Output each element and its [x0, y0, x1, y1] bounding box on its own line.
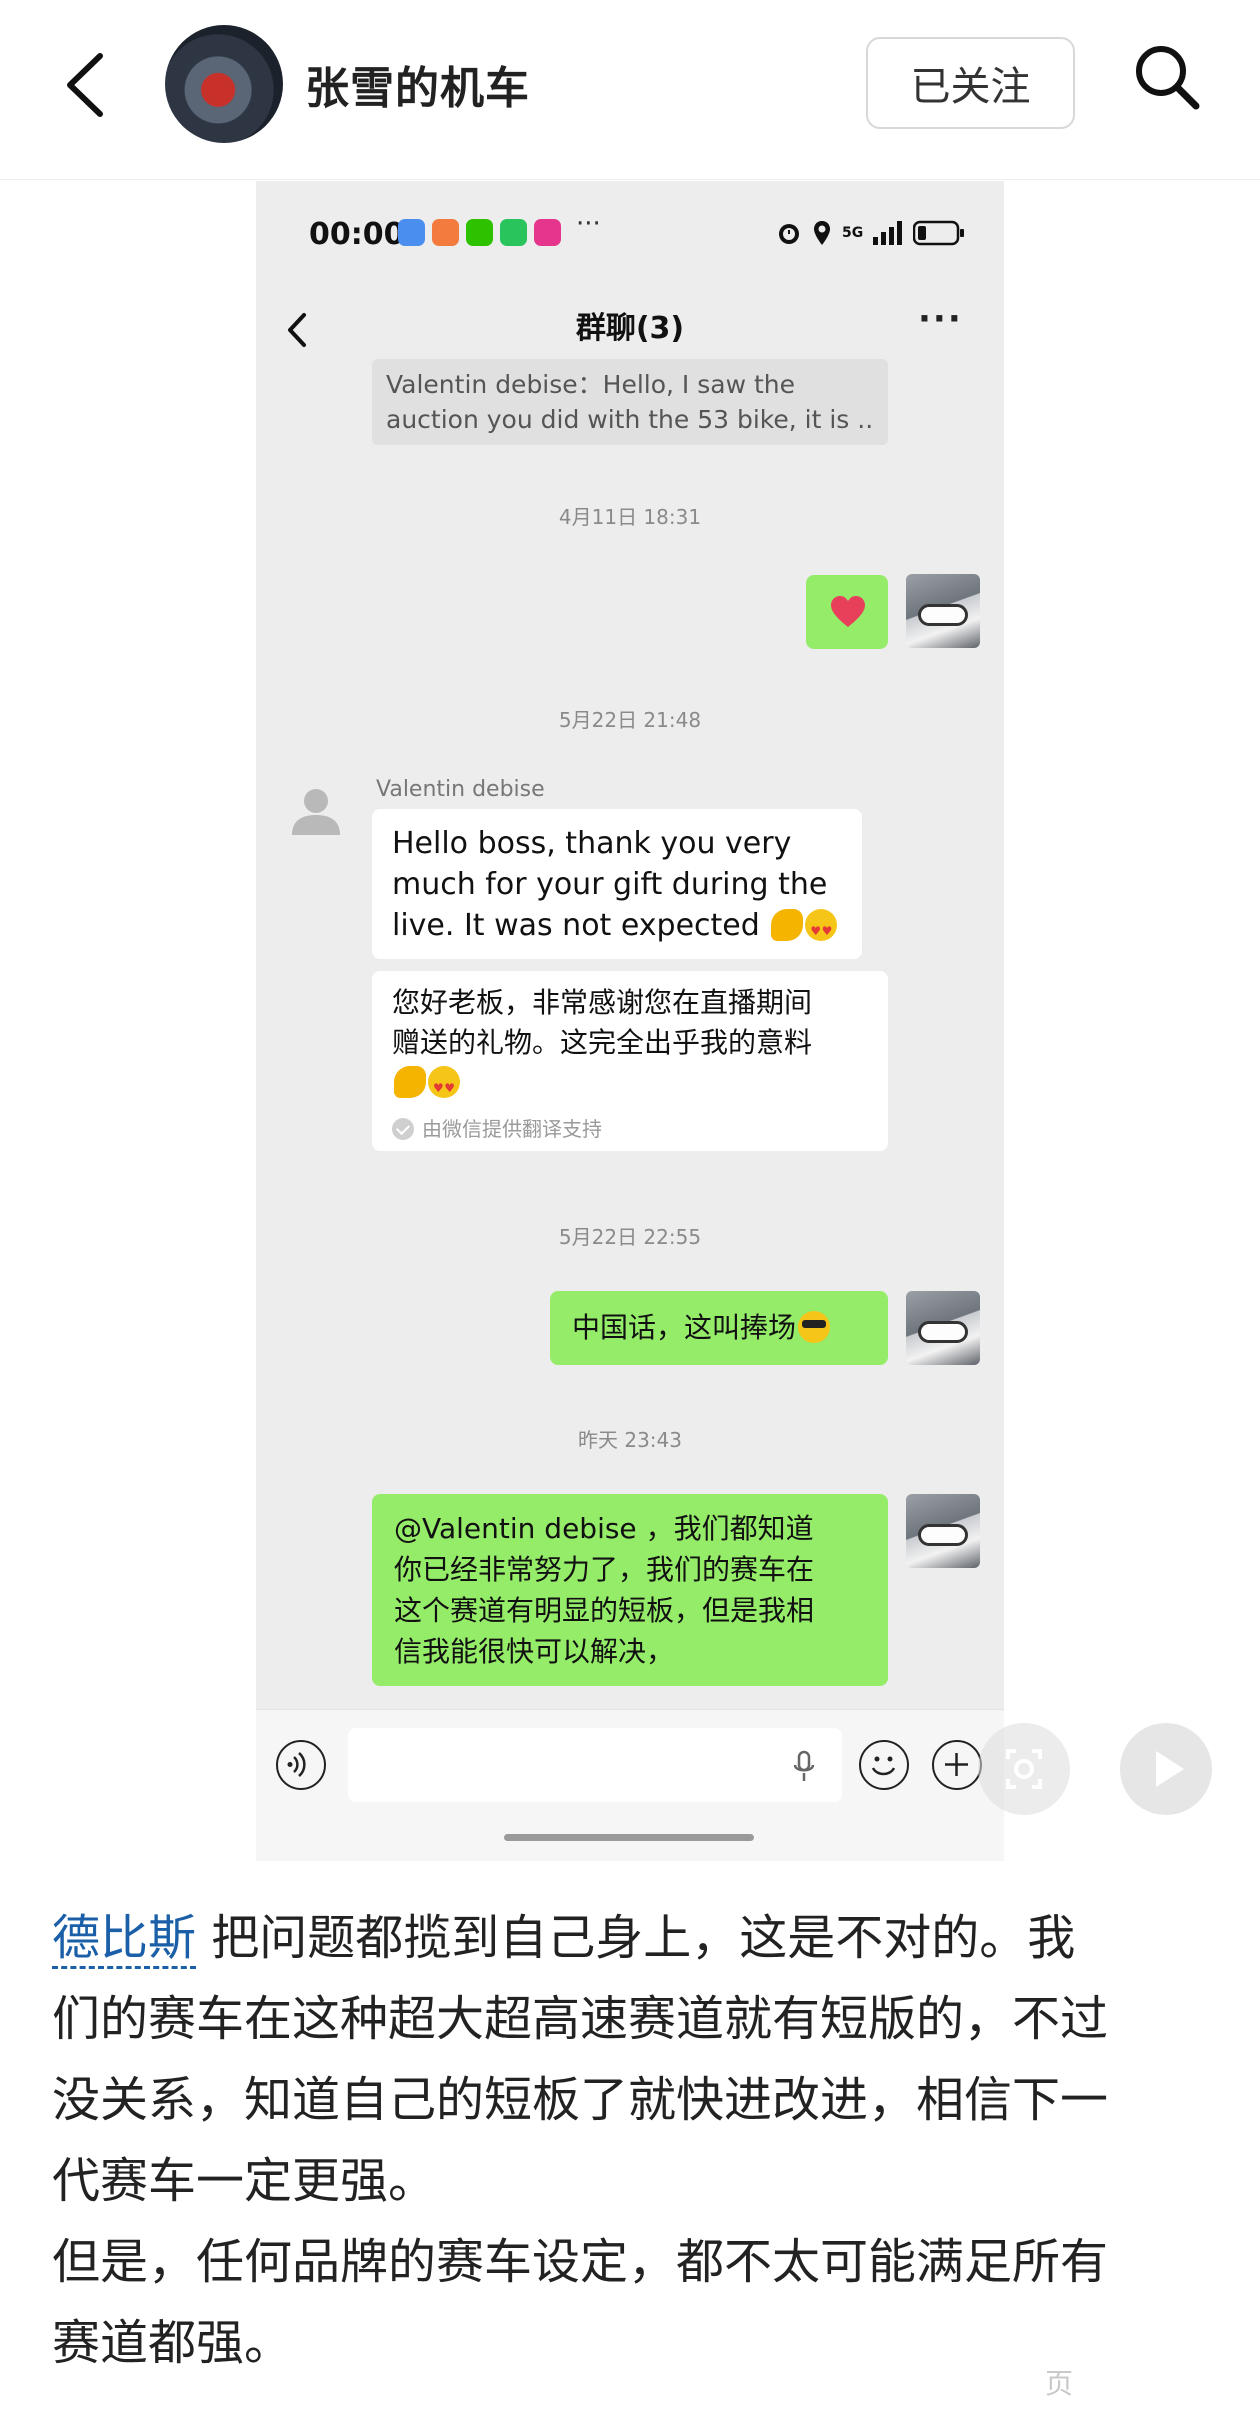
status-right-icons: 5G: [776, 219, 965, 247]
chat-timestamp: 昨天 23:43: [578, 1428, 682, 1452]
search-icon[interactable]: [1130, 40, 1204, 114]
message-line: live. It was not expected: [392, 908, 760, 943]
message-line: 这个赛道有明显的短板，但是我相: [394, 1594, 815, 1627]
motorcycle-icon: [918, 604, 968, 626]
top-bar: 张雪的机车 已关注: [0, 0, 1260, 180]
chat-timestamp: 5月22日 21:48: [558, 708, 702, 732]
app-icon: [500, 219, 527, 246]
motorcycle-icon: [918, 1524, 968, 1546]
back-arrow-icon[interactable]: [62, 50, 112, 120]
message-bubble-heart[interactable]: [806, 575, 888, 649]
message-line: 信我能很快可以解决，: [394, 1635, 675, 1668]
watermark: 页: [1045, 2367, 1074, 2400]
sender-avatar-icon[interactable]: [284, 779, 348, 843]
message-bubble-incoming[interactable]: Hello boss, thank you very much for your…: [372, 809, 862, 959]
translation-attribution: 由微信提供翻译支持: [392, 1109, 888, 1149]
flexed-biceps-emoji-icon: [394, 1066, 426, 1098]
chat-timestamp: 5月22日 22:55: [558, 1225, 702, 1249]
author-name[interactable]: 张雪的机车: [305, 52, 530, 116]
post-line: 们的赛车在这种超大超高速赛道就有短版的，不过: [52, 1991, 1109, 2047]
heart-icon: [831, 596, 865, 627]
embedded-screenshot[interactable]: 00:00 ··· 5G 群聊(3) ··· Valentin debise：H…: [256, 181, 1004, 1861]
check-icon: [392, 1118, 414, 1140]
message-line: @Valentin debise ，我们都知道: [394, 1512, 814, 1545]
sender-name: Valentin debise: [376, 777, 545, 802]
message-line: much for your gift during the: [392, 867, 828, 902]
location-icon: [814, 221, 830, 245]
image-scan-button[interactable]: [978, 1723, 1070, 1815]
wechat-icon: [466, 219, 493, 246]
post-body: 德比斯 把问题都揽到自己身上，这是不对的。我 们的赛车在这种超大超高速赛道就有短…: [52, 1898, 1222, 2384]
author-avatar[interactable]: [165, 25, 283, 143]
scan-icon: [1006, 1749, 1042, 1789]
message-bubble-outgoing[interactable]: 中国话，这叫捧场: [550, 1291, 888, 1365]
message-bubble-outgoing-long[interactable]: @Valentin debise ，我们都知道 你已经非常努力了，我们的赛车在 …: [372, 1494, 888, 1686]
post-line: 但是，任何品牌的赛车设定，都不太可能满足所有: [52, 2234, 1109, 2290]
emoji-picker-icon[interactable]: [859, 1740, 909, 1790]
post-line: 代赛车一定更强。: [52, 2153, 437, 2209]
mention-link[interactable]: 德比斯: [52, 1910, 197, 1969]
follow-button[interactable]: 已关注: [866, 37, 1075, 129]
translation-line: 赠送的礼物。这完全出乎我的意料: [392, 1026, 813, 1059]
message-line: 你已经非常努力了，我们的赛车在: [394, 1553, 815, 1586]
message-input[interactable]: [348, 1728, 842, 1802]
add-attachment-icon[interactable]: [932, 1740, 982, 1790]
signal-icon: [873, 221, 903, 245]
chat-timestamp: 4月11日 18:31: [558, 505, 702, 529]
heart-eyes-emoji-icon: [428, 1066, 460, 1108]
microphone-icon[interactable]: [792, 1750, 816, 1784]
home-indicator: [504, 1834, 754, 1841]
motorcycle-icon: [918, 1321, 968, 1343]
self-avatar[interactable]: [906, 574, 980, 648]
flexed-biceps-emoji-icon: [771, 909, 804, 941]
translation-bubble[interactable]: 您好老板，非常感谢您在直播期间 赠送的礼物。这完全出乎我的意料 由微信提供翻译支…: [372, 971, 888, 1151]
notification-icons: [398, 219, 561, 246]
post-line: 没关系，知道自己的短板了就快进改进，相信下一: [52, 2072, 1109, 2128]
play-button[interactable]: [1120, 1723, 1212, 1815]
sunglasses-emoji-icon: [798, 1311, 831, 1343]
quoted-message[interactable]: Valentin debise：Hello, I saw the auction…: [372, 359, 888, 445]
chat-more-icon[interactable]: ···: [918, 299, 963, 339]
battery-icon: [913, 220, 965, 246]
alarm-icon: [779, 224, 799, 244]
status-time: 00:00: [309, 217, 405, 252]
chat-title: 群聊(3): [575, 311, 685, 346]
post-line: 把问题都揽到自己身上，这是不对的。我: [211, 1910, 1076, 1966]
message-line: Hello boss, thank you very: [392, 826, 792, 861]
translation-note: 由微信提供翻译支持: [422, 1117, 602, 1141]
voice-input-icon[interactable]: [276, 1740, 326, 1790]
app-icon: [534, 219, 561, 246]
play-icon: [1156, 1751, 1184, 1787]
translation-line: 您好老板，非常感谢您在直播期间: [392, 986, 813, 1019]
self-avatar[interactable]: [906, 1291, 980, 1365]
self-avatar[interactable]: [906, 1494, 980, 1568]
app-icon: [432, 219, 459, 246]
quoted-line: auction you did with the 53 bike, it is …: [386, 405, 874, 434]
heart-eyes-emoji-icon: [805, 909, 838, 952]
message-app-icon: [398, 219, 425, 246]
more-notifications-icon: ···: [576, 209, 601, 239]
message-text: 中国话，这叫捧场: [572, 1311, 797, 1344]
network-type: 5G: [842, 225, 864, 241]
phone-status-bar: 00:00 ··· 5G: [256, 181, 1004, 281]
quoted-line: Valentin debise：Hello, I saw the: [386, 370, 796, 399]
